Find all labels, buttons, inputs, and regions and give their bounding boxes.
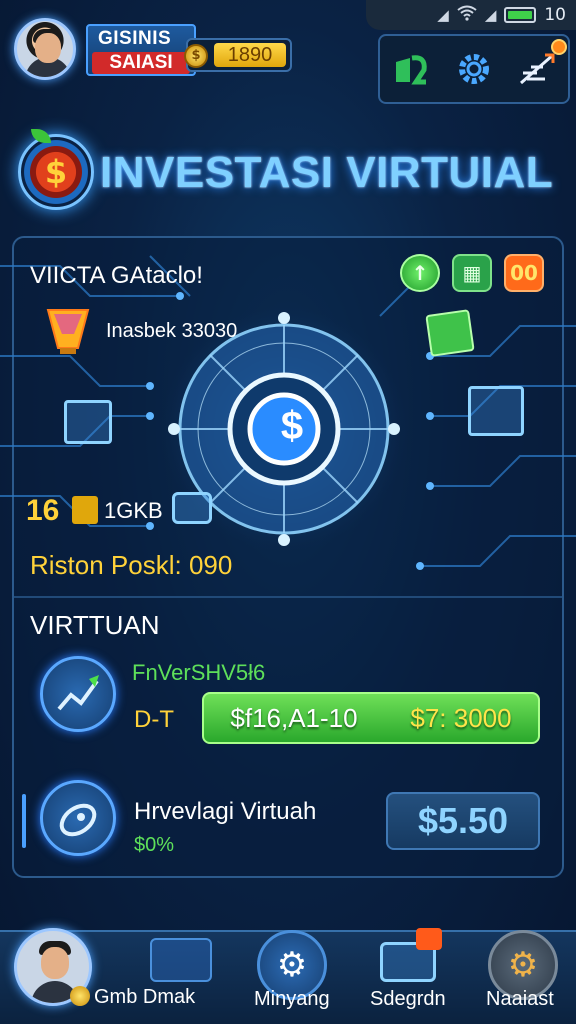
row2-subtitle: $0% xyxy=(134,834,175,856)
signal-icon: ◢ xyxy=(437,6,449,24)
settings-button[interactable] xyxy=(448,43,500,95)
trophy-button[interactable] xyxy=(385,43,437,95)
grid-button[interactable]: ▦ xyxy=(452,254,492,292)
panel-divider xyxy=(14,596,562,598)
rocket-icon[interactable] xyxy=(40,780,116,856)
gear-icon xyxy=(458,54,489,84)
case-icon xyxy=(172,492,212,524)
calculator-icon xyxy=(425,309,475,357)
upgrade-button[interactable]: ↑ xyxy=(400,254,440,292)
nav-item-mining[interactable]: ⚙ Minyang xyxy=(252,930,332,1020)
calendar-icon xyxy=(468,386,524,436)
grid-icon: ▦ xyxy=(462,261,482,285)
row1-left-label: D-T xyxy=(134,706,174,733)
message-badge-icon xyxy=(416,928,442,950)
trophy-cup-icon xyxy=(44,304,92,358)
bar-left-value: $f16,A1-10 xyxy=(230,702,358,733)
counter-button[interactable]: 00 xyxy=(504,254,544,292)
wallet-icon xyxy=(72,496,98,524)
growth-icon[interactable] xyxy=(40,656,116,732)
wifi-icon xyxy=(457,5,477,25)
status-bar: ◢ ◢ 10 xyxy=(366,0,576,30)
nav-label-mining: Minyang xyxy=(254,988,330,1010)
bar-right-value: $7: 3000 xyxy=(410,702,512,733)
coin-balance[interactable]: $ 1890 xyxy=(184,38,292,72)
nav-label-settings: Naaiast xyxy=(486,988,554,1010)
signal-bars-icon: ◢ xyxy=(484,6,497,24)
nav-item-messages[interactable]: Sdegrdn xyxy=(368,928,458,1020)
player-name-bottom: SAIASI xyxy=(92,52,190,74)
notification-dot xyxy=(550,39,567,55)
title-emblem: $ xyxy=(18,129,94,210)
points-text: Riston Poskl: 090 xyxy=(30,550,233,580)
page-title: INVESTASI VIRTUIAL xyxy=(100,148,554,197)
section-title: VIRTTUAN xyxy=(30,610,160,640)
trophy-text: Inasbek 33030 xyxy=(106,320,238,342)
profile-card[interactable]: GISINIS SAIASI $ 1890 xyxy=(14,18,292,82)
top-action-buttons: ↑ ▦ 00 xyxy=(400,254,544,292)
price-button[interactable]: $5.50 xyxy=(386,792,540,850)
growth-chart-icon xyxy=(519,53,555,85)
top-tools-panel xyxy=(378,34,570,104)
coin-small-icon xyxy=(70,986,90,1006)
chart-button[interactable] xyxy=(511,39,567,95)
coin-icon: $ xyxy=(184,44,208,68)
row2-title: Hrvevlagi Virtuah xyxy=(134,798,317,825)
pen-tool-icon xyxy=(150,938,212,982)
battery-icon xyxy=(504,7,537,23)
ledger-icon xyxy=(64,400,112,444)
hologram-dollar-icon: $ xyxy=(280,404,304,448)
currency-unit: 1GKB xyxy=(104,498,163,523)
arrow-up-icon: ↑ xyxy=(411,261,429,285)
avatar[interactable] xyxy=(14,18,76,80)
nav-label-messages: Sdegrdn xyxy=(370,988,446,1010)
status-time: 10 xyxy=(544,5,566,25)
nav-item-settings[interactable]: ⚙ Naaiast xyxy=(484,930,564,1020)
player-name-top: GISINIS xyxy=(98,28,172,49)
currency-amount: 16 xyxy=(26,494,60,527)
row2-accent-line xyxy=(22,794,26,848)
row1-name: FnVerSHV5ł6 xyxy=(132,660,266,685)
coin-value: 1890 xyxy=(214,43,286,67)
invest-bar-button[interactable]: $f16,A1-10 $7: 3000 xyxy=(202,692,540,744)
nav-item-profile[interactable]: Gmb Dmak xyxy=(70,938,220,1018)
nav-label-profile: Gmb Dmak xyxy=(94,986,196,1008)
counter-value: 00 xyxy=(510,261,538,285)
player-name-box: GISINIS SAIASI xyxy=(86,24,196,76)
dollar-emblem-icon: $ xyxy=(44,153,68,191)
trophy-icon xyxy=(396,55,428,85)
main-header-label: VIICTA GAtaclo! xyxy=(30,262,203,289)
